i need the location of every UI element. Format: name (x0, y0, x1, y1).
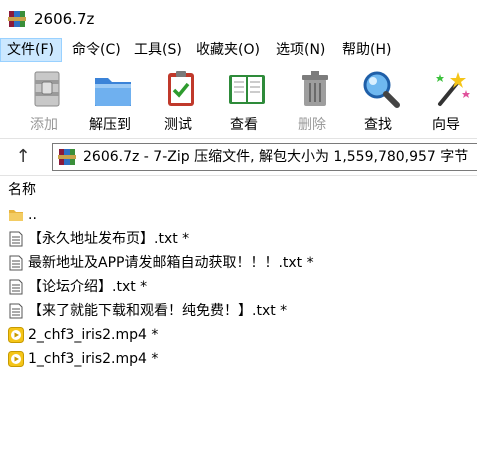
add-button[interactable]: 添加 (14, 66, 74, 136)
list-item[interactable]: 1_chf3_iris2.mp4 * (6, 348, 466, 370)
menu-help[interactable]: 帮助(H) (336, 38, 397, 62)
address-field[interactable]: 2606.7z - 7-Zip 压缩文件, 解包大小为 1,559,780,95… (52, 143, 477, 171)
menu-favorites[interactable]: 收藏夹(O) (190, 38, 266, 62)
video-file-icon (8, 351, 24, 367)
add-archive-icon (34, 71, 60, 107)
up-folder-button[interactable]: ↑ (8, 145, 38, 169)
clipboard-check-icon (168, 71, 194, 106)
trash-can-icon (302, 71, 328, 106)
file-name: 最新地址及APP请发邮箱自动获取！！！.txt * (28, 255, 314, 271)
list-item[interactable]: 2_chf3_iris2.mp4 * (6, 324, 466, 346)
file-name: 【论坛介绍】.txt * (28, 279, 148, 295)
view-label: 查看 (230, 117, 258, 133)
test-button[interactable]: 测试 (148, 66, 208, 136)
view-button[interactable]: 查看 (214, 66, 274, 136)
title-bar: 2606.7z (0, 0, 477, 38)
video-file-icon (8, 327, 24, 343)
file-name: 2_chf3_iris2.mp4 * (28, 327, 159, 343)
menu-commands[interactable]: 命令(C) (66, 38, 127, 62)
winrar-archive-icon (58, 149, 76, 165)
delete-button[interactable]: 删除 (282, 66, 342, 136)
extract-to-label: 解压到 (89, 117, 131, 133)
folder-extract-icon (95, 78, 131, 106)
file-name: .. (28, 207, 37, 223)
delete-label: 删除 (298, 117, 326, 133)
menu-file[interactable]: 文件(F) (0, 38, 62, 62)
menu-options[interactable]: 选项(N) (270, 38, 331, 62)
toolbar: 添加 解压到 测试 查看 删除 查找 向导 (0, 62, 477, 138)
list-item[interactable]: 最新地址及APP请发邮箱自动获取！！！.txt * (6, 252, 466, 274)
test-label: 测试 (164, 117, 192, 133)
winrar-archive-icon (8, 11, 26, 27)
address-bar: ↑ 2606.7z - 7-Zip 压缩文件, 解包大小为 1,559,780,… (0, 138, 477, 176)
magnifier-icon (363, 71, 400, 108)
file-name: 【来了就能下载和观看！纯免费！】.txt * (28, 303, 288, 319)
extract-to-button[interactable]: 解压到 (80, 66, 140, 136)
window-title: 2606.7z (34, 10, 95, 28)
add-label: 添加 (30, 117, 58, 133)
file-name: 1_chf3_iris2.mp4 * (28, 351, 159, 367)
column-header-name[interactable]: 名称 (8, 180, 36, 200)
file-name: 【永久地址发布页】.txt * (28, 231, 190, 247)
list-item-parent-folder[interactable]: .. (6, 204, 466, 226)
text-file-icon (9, 303, 23, 319)
wizard-button[interactable]: 向导 (416, 66, 476, 136)
text-file-icon (9, 231, 23, 247)
list-item[interactable]: 【永久地址发布页】.txt * (6, 228, 466, 250)
text-file-icon (9, 279, 23, 295)
file-list: 名称 .. 【永久地址发布页】.txt * 最新地址及APP请发邮箱自动获取！！… (0, 176, 477, 472)
menu-bar: 文件(F) 命令(C) 工具(S) 收藏夹(O) 选项(N) 帮助(H) (0, 38, 477, 62)
wizard-label: 向导 (432, 117, 460, 133)
text-file-icon (9, 255, 23, 271)
find-button[interactable]: 查找 (348, 66, 408, 136)
magic-wand-icon (436, 72, 470, 106)
open-book-icon (229, 75, 265, 104)
address-text: 2606.7z - 7-Zip 压缩文件, 解包大小为 1,559,780,95… (83, 149, 469, 165)
folder-icon (9, 210, 23, 221)
arrow-up-icon: ↑ (15, 146, 31, 167)
find-label: 查找 (364, 117, 392, 133)
list-item[interactable]: 【来了就能下载和观看！纯免费！】.txt * (6, 300, 466, 322)
menu-tools[interactable]: 工具(S) (128, 38, 188, 62)
list-item[interactable]: 【论坛介绍】.txt * (6, 276, 466, 298)
